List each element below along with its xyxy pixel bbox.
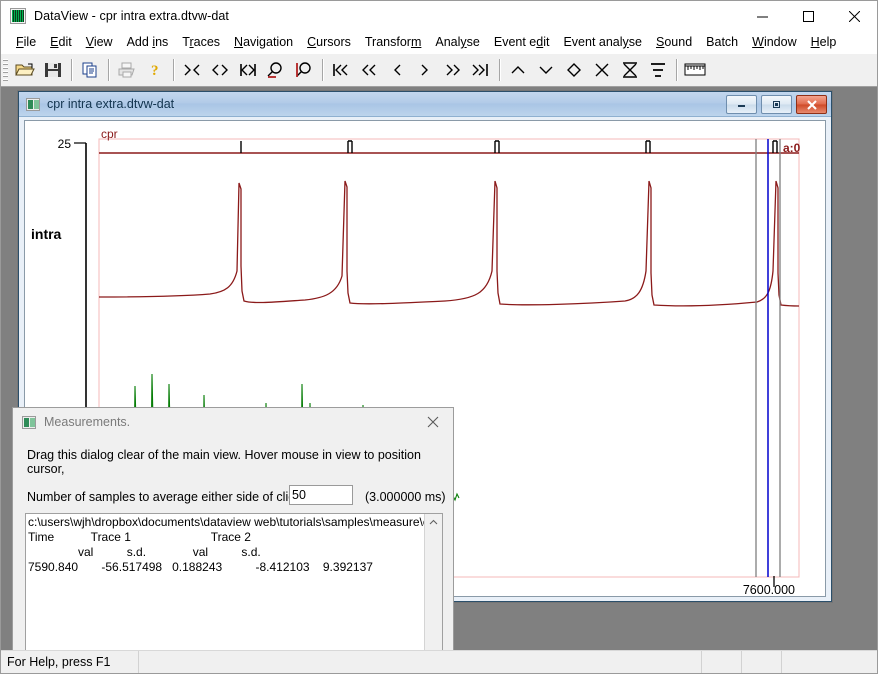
measurements-results-box[interactable]: c:\users\wjh\dropbox\documents\dataview … [25,513,443,650]
measurements-dialog: Measurements. Drag this dialog clear of … [12,407,454,650]
status-divider [701,651,702,673]
menu-event-analyse[interactable]: Event analyse [556,33,649,51]
close-button[interactable] [831,1,877,31]
chevron-up-icon[interactable] [425,514,442,531]
expand-x-icon[interactable] [206,57,234,83]
document-close-button[interactable] [796,95,827,114]
trace-cpr-label: cpr [101,127,118,141]
menu-event-edit[interactable]: Event edit [487,33,557,51]
maximize-button[interactable] [785,1,831,31]
menu-add-ins[interactable]: Add ins [120,33,176,51]
expand-y-icon[interactable] [560,57,588,83]
minimize-button[interactable] [739,1,785,31]
dataview-app-icon [10,8,26,24]
scroll-up-icon[interactable] [504,57,532,83]
compress-y-icon[interactable] [588,57,616,83]
title-bar: DataView - cpr intra extra.dtvw-dat [1,1,877,31]
cursor-a-label: a:0 [783,141,801,155]
toolbar-separator [676,59,677,81]
application-window: DataView - cpr intra extra.dtvw-dat File… [0,0,878,674]
menu-file[interactable]: File [9,33,43,51]
toolbar-separator [71,59,72,81]
print-icon[interactable] [113,57,141,83]
scroll-down-icon[interactable] [532,57,560,83]
menu-bar: File Edit View Add ins Traces Navigation… [1,31,877,53]
results-vertical-scrollbar[interactable] [424,514,442,650]
document-title: cpr intra extra.dtvw-dat [47,97,175,111]
go-start-icon[interactable] [327,57,355,83]
open-file-icon[interactable] [11,57,39,83]
measurements-title: Measurements. [44,415,131,429]
copy-icon[interactable] [76,57,104,83]
toolbar-separator [499,59,500,81]
document-restore-button[interactable] [761,95,792,114]
center-y-icon[interactable] [644,57,672,83]
ruler-icon[interactable] [681,57,709,83]
channel-label: intra [31,226,62,242]
svg-text:?: ? [151,63,159,79]
toolbar-separator [173,59,174,81]
status-bar: For Help, press F1 [1,650,877,673]
document-caption-buttons [726,95,827,114]
toolbar-grip[interactable] [3,59,8,81]
status-divider [741,651,742,673]
status-text: For Help, press F1 [7,655,111,669]
save-file-icon[interactable] [39,57,67,83]
measurements-results-text: c:\users\wjh\dropbox\documents\dataview … [28,515,440,574]
page-forward-icon[interactable] [439,57,467,83]
samples-average-label: Number of samples to average either side… [27,490,301,504]
menu-help[interactable]: Help [804,33,844,51]
mdi-client-area: cpr intra extra.dtvw-dat 25 intra cpr a:… [1,87,877,650]
status-divider [781,651,782,673]
fit-x-icon[interactable] [234,57,262,83]
status-divider [138,651,139,673]
document-icon [26,97,40,111]
go-end-icon[interactable] [467,57,495,83]
document-icon [22,415,36,429]
measurements-close-icon[interactable] [413,408,453,436]
document-minimize-button[interactable] [726,95,757,114]
time-axis-label: 7600.000 [743,583,795,597]
menu-batch[interactable]: Batch [699,33,745,51]
toolbar: ? [1,53,877,87]
window-caption-buttons [739,1,877,31]
toolbar-separator [322,59,323,81]
autoscale-y-icon[interactable] [616,57,644,83]
help-icon[interactable]: ? [141,57,169,83]
menu-sound[interactable]: Sound [649,33,699,51]
menu-analyse[interactable]: Analyse [428,33,486,51]
document-title-bar: cpr intra extra.dtvw-dat [19,92,831,117]
y-scale-value: 25 [58,137,72,151]
zoom-in-lens-icon[interactable] [290,57,318,83]
menu-navigation[interactable]: Navigation [227,33,300,51]
samples-average-input[interactable] [289,485,353,505]
measurements-title-bar: Measurements. [13,408,453,436]
menu-window[interactable]: Window [745,33,803,51]
compress-x-icon[interactable] [178,57,206,83]
window-title: DataView - cpr intra extra.dtvw-dat [34,9,230,23]
step-back-icon[interactable] [383,57,411,83]
menu-view[interactable]: View [79,33,120,51]
menu-cursors[interactable]: Cursors [300,33,358,51]
page-back-icon[interactable] [355,57,383,83]
measurements-hint-text: Drag this dialog clear of the main view.… [27,448,421,476]
menu-traces[interactable]: Traces [175,33,227,51]
toolbar-separator [108,59,109,81]
samples-duration-note: (3.000000 ms) [365,490,446,504]
zoom-out-lens-icon[interactable] [262,57,290,83]
step-forward-icon[interactable] [411,57,439,83]
menu-transform[interactable]: Transform [358,33,429,51]
menu-edit[interactable]: Edit [43,33,79,51]
